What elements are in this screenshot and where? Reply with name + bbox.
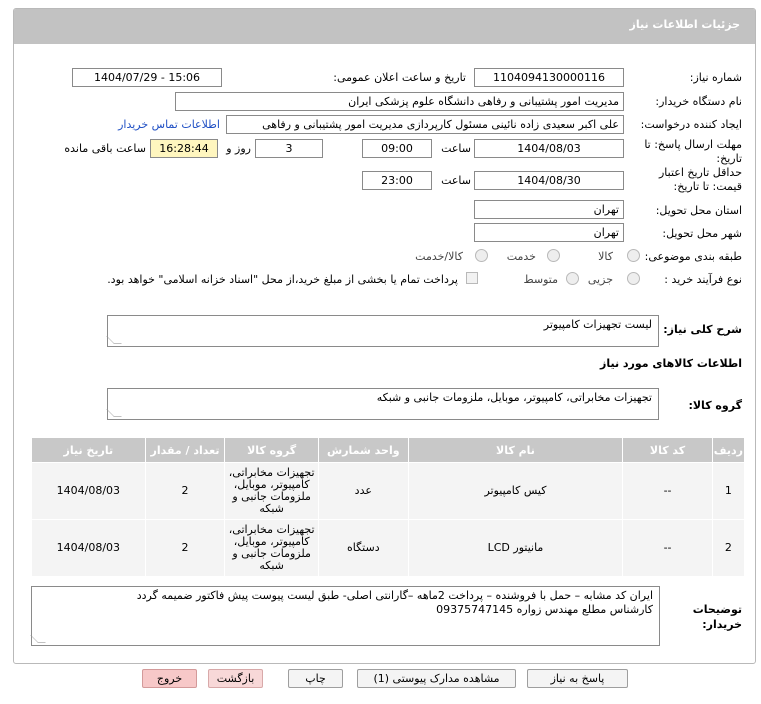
- col-header-name: نام کالا: [407, 437, 624, 463]
- process-option-minor: جزیی: [587, 273, 613, 286]
- resize-handle[interactable]: [106, 409, 122, 417]
- reply-time-label: ساعت: [441, 142, 471, 155]
- print-button[interactable]: چاپ: [288, 669, 343, 688]
- summary-textarea: لیست تجهیزات کامپیوتر: [106, 315, 659, 347]
- goods-info-title: اطلاعات کالاهای مورد نیاز: [600, 357, 742, 370]
- buyer-org-label: نام دستگاه خریدار:: [655, 95, 742, 108]
- buyer-notes-line: کارشناس مطلع مهندس زواره 09375747145: [436, 603, 653, 616]
- reply-time-field: 09:00: [362, 139, 432, 158]
- creator-label: ایجاد کننده درخواست:: [640, 118, 742, 131]
- buyer-notes-textarea: ایران کد مشابه – حمل با فروشنده – پرداخت…: [30, 586, 660, 646]
- process-type-label: نوع فرآیند خرید :: [664, 273, 742, 286]
- category-option-goods-service: کالا/خدمت: [415, 250, 463, 263]
- col-header-code: کد کالا: [622, 437, 713, 463]
- cell-group: تجهیزات مخابراتی، کامپیوتر، موبایل، ملزو…: [224, 462, 319, 520]
- process-radio-medium[interactable]: [566, 272, 579, 285]
- table-header-row: ردیف کد کالا نام کالا واحد شمارش گروه کا…: [31, 437, 746, 463]
- goods-group-text: تجهیزات مخابراتی، کامپیوتر، موبایل، ملزو…: [376, 391, 652, 404]
- cell-code: --: [622, 519, 713, 577]
- reply-date-field: 1404/08/03: [474, 139, 624, 158]
- province-label: استان محل تحویل:: [655, 204, 742, 217]
- cell-name: کیس کامپیوتر: [407, 462, 624, 520]
- cell-date: 1404/08/03: [31, 519, 146, 577]
- summary-text: لیست تجهیزات کامپیوتر: [543, 318, 652, 331]
- city-field: تهران: [474, 223, 624, 242]
- cell-unit: عدد: [317, 462, 409, 520]
- table-row: 1 -- کیس کامپیوتر عدد تجهیزات مخابراتی، …: [31, 462, 746, 520]
- category-option-goods: کالا: [598, 250, 613, 263]
- exit-button[interactable]: خروج: [142, 669, 197, 688]
- remaining-time-label: ساعت باقی مانده: [64, 142, 146, 155]
- col-header-unit: واحد شمارش: [317, 437, 409, 463]
- category-radio-service[interactable]: [547, 249, 560, 262]
- col-header-date: تاریخ نیاز: [31, 437, 146, 463]
- col-header-group: گروه کالا: [224, 437, 319, 463]
- cell-unit: دستگاه: [317, 519, 409, 577]
- days-field: 3: [255, 139, 323, 158]
- page-title: جزئیات اطلاعات نیاز: [629, 18, 741, 31]
- province-field: تهران: [474, 200, 624, 219]
- view-attachments-button[interactable]: مشاهده مدارک پیوستی (1): [357, 669, 516, 688]
- cell-name: مانیتور LCD: [407, 519, 624, 577]
- col-header-row: ردیف: [711, 437, 746, 463]
- cell-code: --: [622, 462, 713, 520]
- price-validity-label-2: قیمت: تا تاریخ:: [673, 180, 742, 193]
- days-label: روز و: [226, 142, 251, 155]
- category-radio-goods[interactable]: [627, 249, 640, 262]
- validity-date-field: 1404/08/30: [474, 171, 624, 190]
- buyer-org-field: مدیریت امور پشتیبانی و رفاهی دانشگاه علو…: [175, 92, 624, 111]
- need-number-field: 1104094130000116: [474, 68, 624, 87]
- items-table: ردیف کد کالا نام کالا واحد شمارش گروه کا…: [31, 437, 746, 577]
- buyer-contact-link[interactable]: اطلاعات تماس خریدار: [118, 118, 220, 131]
- buyer-notes-line: ایران کد مشابه – حمل با فروشنده – پرداخت…: [136, 589, 653, 602]
- resize-handle[interactable]: [30, 635, 46, 643]
- need-number-label: شماره نیاز:: [689, 71, 742, 84]
- cell-qty: 2: [144, 519, 226, 577]
- back-button[interactable]: بازگشت: [208, 669, 263, 688]
- validity-time-label: ساعت: [441, 174, 471, 187]
- goods-group-textarea: تجهیزات مخابراتی، کامپیوتر، موبایل، ملزو…: [106, 388, 659, 420]
- city-label: شهر محل تحویل:: [662, 227, 742, 240]
- treasury-payment-checkbox[interactable]: [466, 272, 478, 284]
- reply-deadline-label: مهلت ارسال پاسخ: تا: [644, 138, 742, 151]
- table-row: 2 -- مانیتور LCD دستگاه تجهیزات مخابراتی…: [31, 519, 746, 577]
- cell-group: تجهیزات مخابراتی، کامپیوتر، موبایل، ملزو…: [224, 519, 319, 577]
- buyer-notes-label: توضیحات: [692, 603, 742, 616]
- announce-date-field: 1404/07/29 - 15:06: [72, 68, 222, 87]
- remaining-time-field: 16:28:44: [150, 139, 218, 158]
- summary-label: شرح کلی نیاز:: [663, 323, 742, 336]
- reply-button[interactable]: پاسخ به نیاز: [527, 669, 628, 688]
- cell-row: 1: [711, 462, 746, 520]
- process-radio-minor[interactable]: [627, 272, 640, 285]
- goods-group-label: گروه کالا:: [688, 399, 742, 412]
- resize-handle[interactable]: [106, 336, 122, 344]
- col-header-qty: تعداد / مقدار: [144, 437, 226, 463]
- treasury-payment-note: پرداخت تمام یا بخشی از مبلغ خرید،از محل …: [107, 273, 458, 286]
- cell-group-line: شبکه: [259, 502, 284, 515]
- process-option-medium: متوسط: [523, 273, 558, 286]
- cell-row: 2: [711, 519, 746, 577]
- category-label: طبقه بندی موضوعی:: [644, 250, 742, 263]
- announce-date-label: تاریخ و ساعت اعلان عمومی:: [333, 71, 466, 84]
- cell-group-line: شبکه: [259, 559, 284, 572]
- validity-time-field: 23:00: [362, 171, 432, 190]
- reply-deadline-label-2: تاریخ:: [716, 152, 742, 165]
- creator-field: علی اکبر سعیدی زاده نائینی مسئول کارپردا…: [226, 115, 624, 134]
- price-validity-label: حداقل تاریخ اعتبار: [658, 166, 742, 179]
- buyer-notes-label-2: خریدار:: [702, 618, 742, 631]
- category-option-service: خدمت: [506, 250, 536, 263]
- category-radio-goods-service[interactable]: [475, 249, 488, 262]
- cell-date: 1404/08/03: [31, 462, 146, 520]
- cell-qty: 2: [144, 462, 226, 520]
